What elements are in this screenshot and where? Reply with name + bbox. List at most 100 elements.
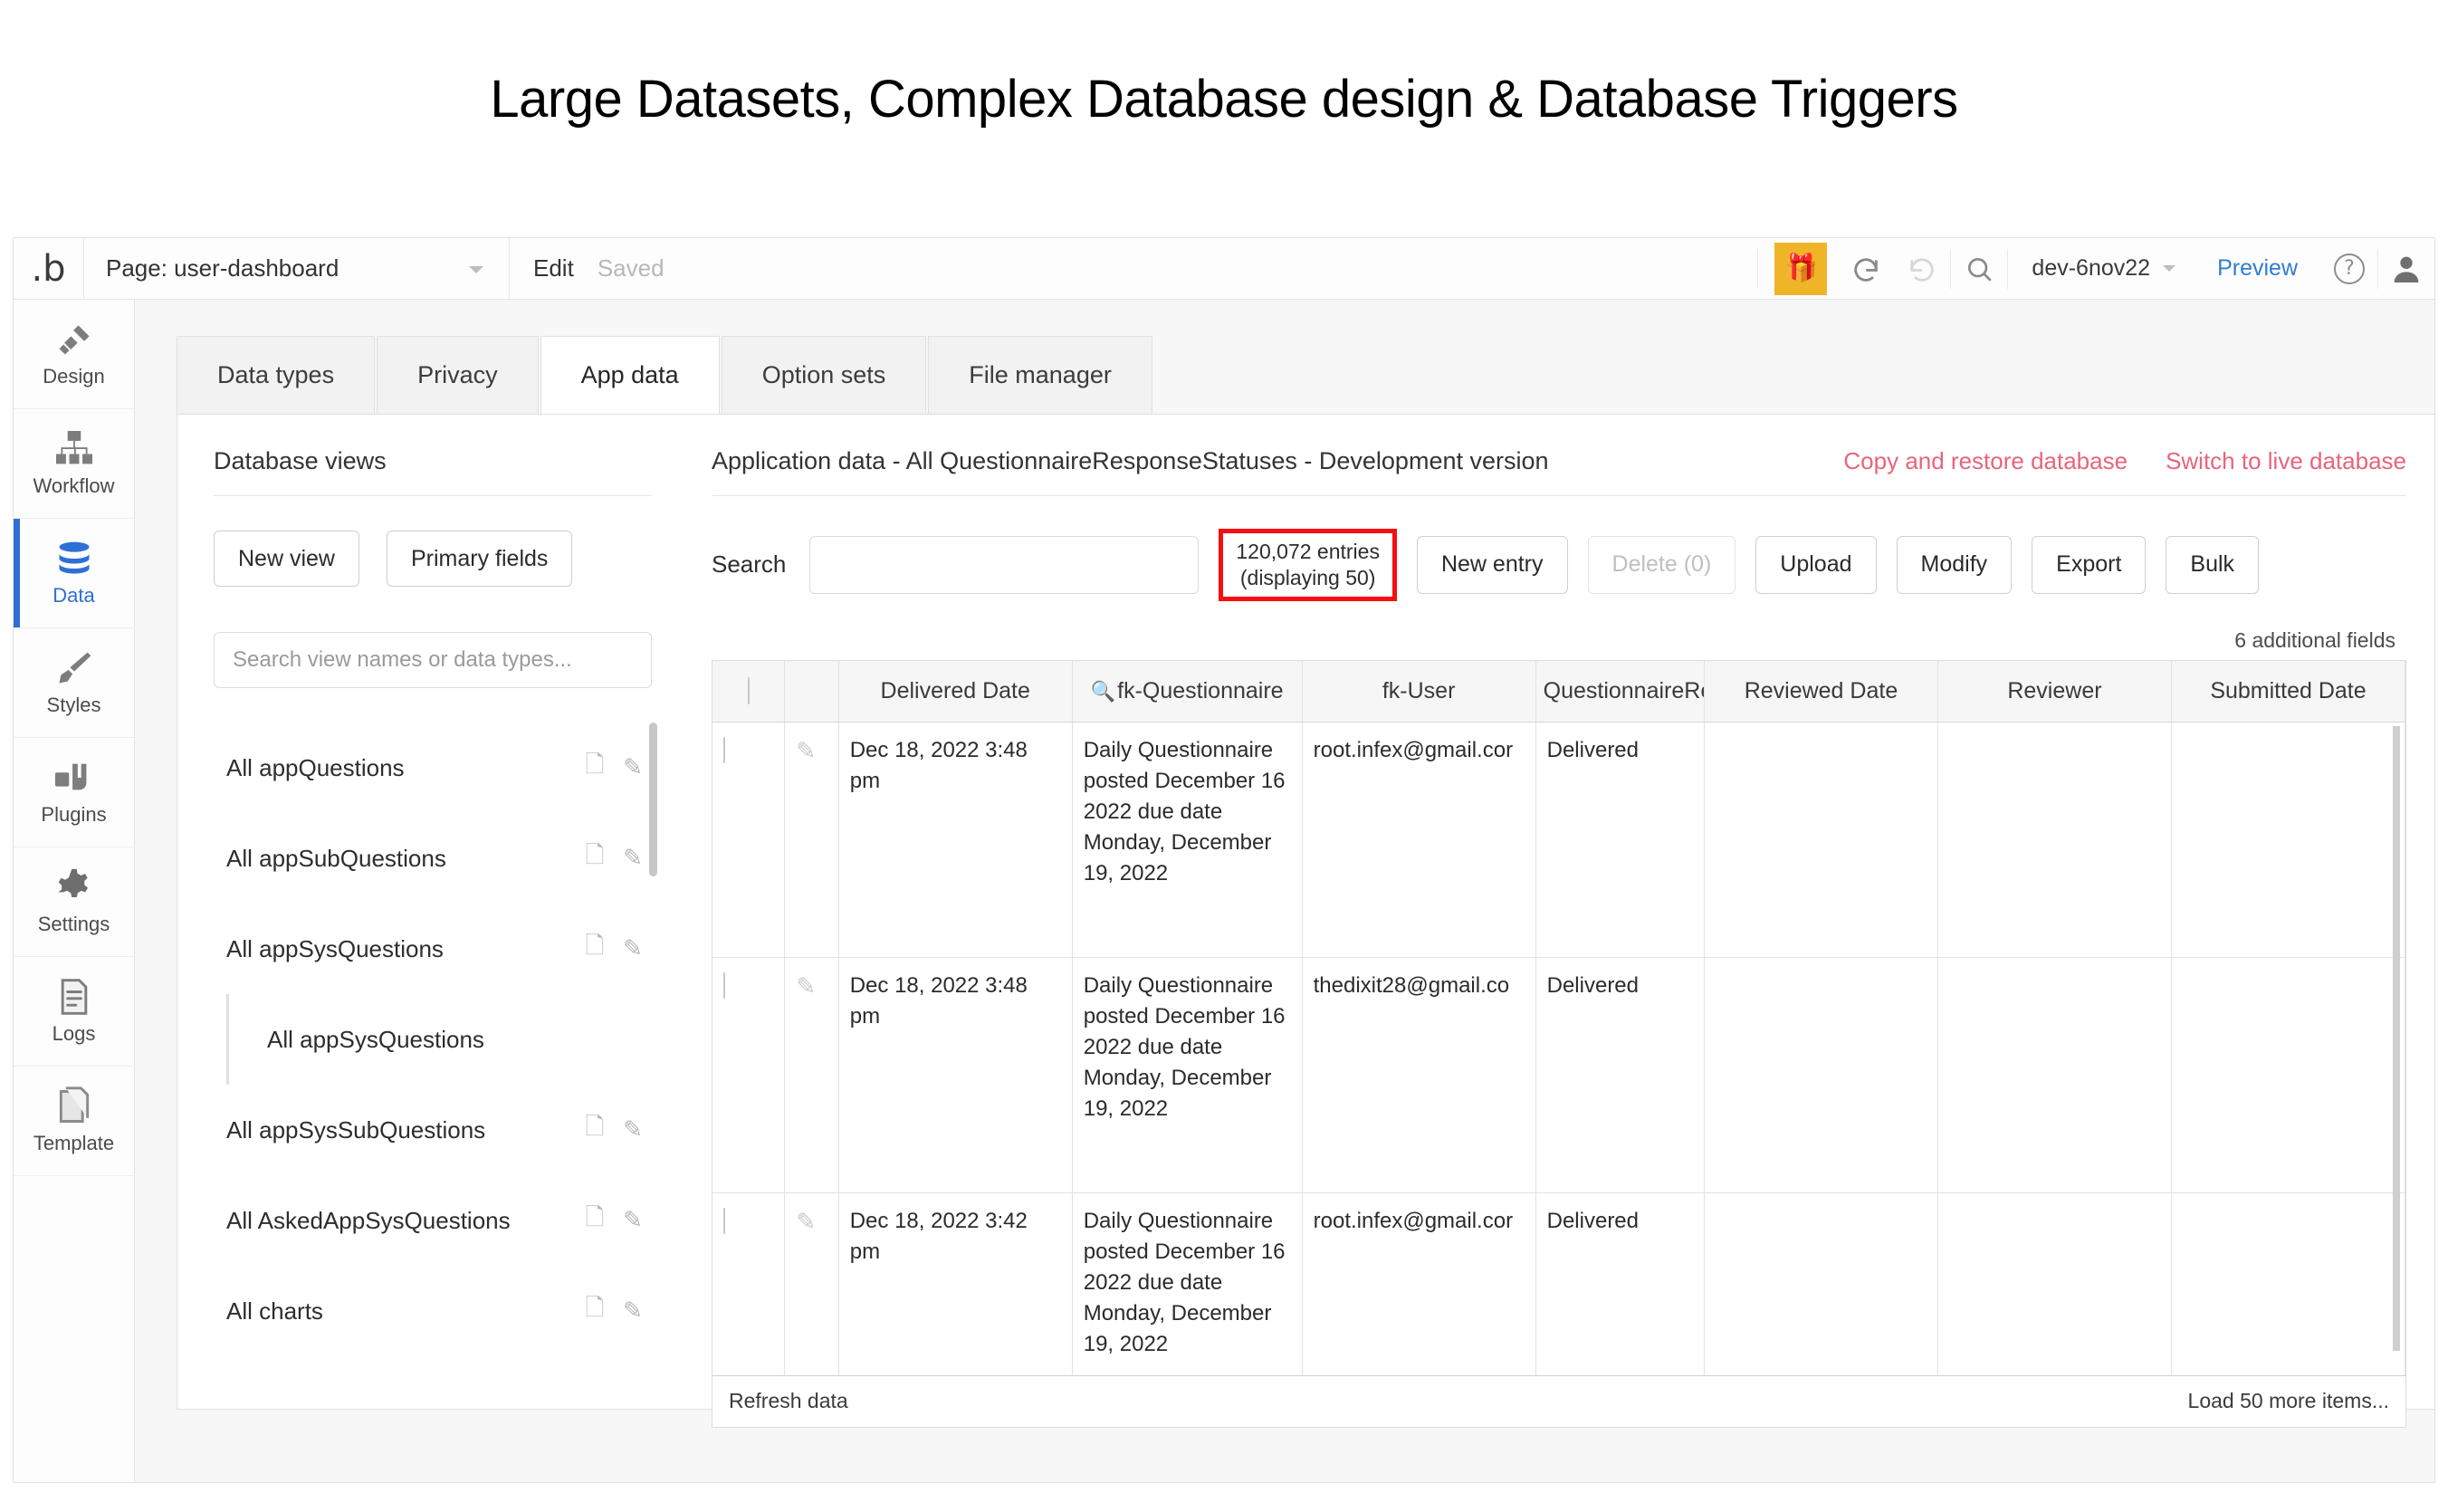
new-entry-button[interactable]: New entry — [1416, 535, 1568, 594]
table-header-row: Delivered Date 🔍fk-Questionnaire fk-User… — [712, 660, 2405, 723]
upload-button[interactable]: Upload — [1755, 535, 1877, 594]
sidebar-item-template[interactable]: Template — [14, 1067, 134, 1176]
app-data-panel: Database views New view Primary fields S… — [177, 414, 2434, 1428]
sidebar-item-design[interactable]: Design — [14, 300, 134, 409]
column-header-reviewer[interactable]: Reviewer — [1937, 660, 2172, 723]
view-search-input[interactable]: Search view names or data types... — [214, 632, 652, 688]
row-edit-cell[interactable]: ✎ — [784, 1192, 839, 1375]
row-checkbox[interactable] — [723, 972, 725, 999]
row-checkbox-cell[interactable] — [712, 957, 786, 1193]
sidebar-item-workflow[interactable]: Workflow — [14, 409, 134, 519]
view-name: All appSysSubQuestions — [226, 1115, 486, 1144]
cell-reviewer — [1937, 722, 2172, 958]
modify-button[interactable]: Modify — [1896, 535, 2013, 594]
select-all-checkbox[interactable] — [747, 676, 750, 704]
pencil-icon[interactable]: ✎ — [614, 1201, 652, 1239]
page-selector-dropdown[interactable]: Page: user-dashboard — [84, 238, 510, 300]
sidebar-item-plugins[interactable]: Plugins — [14, 738, 134, 847]
row-checkbox[interactable] — [723, 737, 725, 763]
redo-button[interactable] — [1894, 238, 1950, 300]
pencil-icon[interactable]: ✎ — [614, 1292, 652, 1330]
sidebar-item-data[interactable]: Data — [14, 519, 134, 628]
copy-icon[interactable]: 🗋 — [576, 930, 614, 968]
table-row[interactable]: ✎ Dec 18, 2022 3:42 pm Daily Questionnai… — [712, 1192, 2405, 1375]
select-all-header[interactable] — [712, 660, 786, 723]
list-item[interactable]: All charts 🗋 ✎ — [214, 1266, 652, 1356]
sidebar-item-label: Settings — [37, 913, 110, 935]
row-checkbox-cell[interactable] — [712, 722, 786, 958]
bubble-editor-window: .b Page: user-dashboard Edit Saved 🎁 dev… — [13, 237, 2435, 1483]
copy-icon[interactable]: 🗋 — [576, 1201, 614, 1239]
copy-icon[interactable]: 🗋 — [576, 749, 614, 787]
redo-icon — [1910, 257, 1935, 282]
pencil-icon[interactable]: ✎ — [796, 973, 816, 1000]
pencil-icon[interactable]: ✎ — [614, 1111, 652, 1149]
copy-icon[interactable]: 🗋 — [576, 1292, 614, 1330]
column-header-questionnaire-response-status[interactable]: QuestionnaireRespo — [1535, 660, 1705, 723]
sidebar-item-label: Plugins — [41, 803, 107, 826]
edit-button[interactable]: Edit — [510, 238, 598, 300]
bulk-button[interactable]: Bulk — [2166, 535, 2260, 594]
cell-delivered-date: Dec 18, 2022 3:48 pm — [838, 957, 1073, 1193]
cell-fk-questionnaire: Daily Questionnaire posted December 16 2… — [1072, 957, 1303, 1193]
row-edit-cell[interactable]: ✎ — [784, 722, 839, 958]
undo-icon — [1854, 257, 1879, 282]
database-views-title: Database views — [214, 447, 387, 474]
copy-icon[interactable]: 🗋 — [576, 839, 614, 877]
pencil-icon[interactable]: ✎ — [614, 749, 652, 787]
undo-button[interactable] — [1838, 238, 1894, 300]
sidebar-item-settings[interactable]: Settings — [14, 847, 134, 957]
copy-icon[interactable]: 🗋 — [576, 1111, 614, 1149]
sidebar-item-styles[interactable]: Styles — [14, 628, 134, 738]
gift-button[interactable]: 🎁 — [1774, 242, 1828, 295]
column-header-reviewed-date[interactable]: Reviewed Date — [1704, 660, 1938, 723]
row-checkbox-cell[interactable] — [712, 1192, 786, 1375]
column-header-fk-user[interactable]: fk-User — [1302, 660, 1536, 723]
pencil-icon[interactable]: ✎ — [614, 839, 652, 877]
tab-option-sets[interactable]: Option sets — [721, 336, 927, 414]
database-icon — [54, 539, 94, 579]
switch-live-database-link[interactable]: Switch to live database — [2166, 447, 2406, 475]
refresh-data-link[interactable]: Refresh data — [729, 1389, 848, 1413]
plug-icon — [53, 758, 95, 798]
delete-button[interactable]: Delete (0) — [1587, 535, 1736, 594]
views-scrollbar-thumb[interactable] — [649, 723, 657, 876]
pencil-icon[interactable]: ✎ — [614, 930, 652, 968]
search-input[interactable] — [809, 535, 1200, 594]
list-item-nested[interactable]: All appSysQuestions — [226, 994, 652, 1085]
list-item[interactable]: All appQuestions 🗋 ✎ — [214, 723, 652, 813]
list-item[interactable]: All AskedAppSysQuestions 🗋 ✎ — [214, 1175, 652, 1266]
list-item[interactable]: All appSubQuestions 🗋 ✎ — [214, 813, 652, 904]
load-more-link[interactable]: Load 50 more items... — [2188, 1389, 2389, 1413]
tab-privacy[interactable]: Privacy — [377, 336, 539, 414]
pencil-icon[interactable]: ✎ — [796, 1209, 816, 1236]
column-header-fk-questionnaire[interactable]: 🔍fk-Questionnaire — [1072, 660, 1303, 723]
sidebar-item-logs[interactable]: Logs — [14, 957, 134, 1067]
user-avatar-button[interactable] — [2378, 238, 2434, 300]
row-checkbox[interactable] — [723, 1208, 725, 1234]
preview-link[interactable]: Preview — [2194, 238, 2321, 300]
primary-fields-button[interactable]: Primary fields — [386, 531, 573, 587]
row-edit-cell[interactable]: ✎ — [784, 957, 839, 1193]
table-row[interactable]: ✎ Dec 18, 2022 3:48 pm Daily Questionnai… — [712, 957, 2405, 1193]
list-item[interactable]: All appSysSubQuestions 🗋 ✎ — [214, 1085, 652, 1175]
page-title: Large Datasets, Complex Database design … — [490, 70, 1958, 129]
column-header-submitted-date[interactable]: Submitted Date — [2171, 660, 2405, 723]
search-button[interactable] — [1951, 238, 2007, 300]
workflow-icon — [54, 429, 94, 469]
pencil-icon[interactable]: ✎ — [796, 738, 816, 765]
table-vertical-scrollbar-thumb[interactable] — [2393, 725, 2400, 1351]
list-item[interactable]: All appSysQuestions 🗋 ✎ — [214, 904, 652, 994]
column-header-text: fk-Questionnaire — [1117, 677, 1284, 703]
help-button[interactable]: ? — [2321, 238, 2377, 300]
export-button[interactable]: Export — [2032, 535, 2147, 594]
table-row[interactable]: ✎ Dec 18, 2022 3:48 pm Daily Questionnai… — [712, 722, 2405, 958]
cell-submitted-date — [2171, 1192, 2405, 1375]
environment-dropdown[interactable]: dev-6nov22 — [2008, 238, 2194, 300]
tab-app-data[interactable]: App data — [540, 336, 720, 414]
copy-restore-database-link[interactable]: Copy and restore database — [1843, 447, 2128, 475]
column-header-delivered-date[interactable]: Delivered Date — [838, 660, 1073, 723]
tab-data-types[interactable]: Data types — [177, 336, 376, 414]
tab-file-manager[interactable]: File manager — [928, 336, 1152, 414]
new-view-button[interactable]: New view — [214, 531, 359, 587]
